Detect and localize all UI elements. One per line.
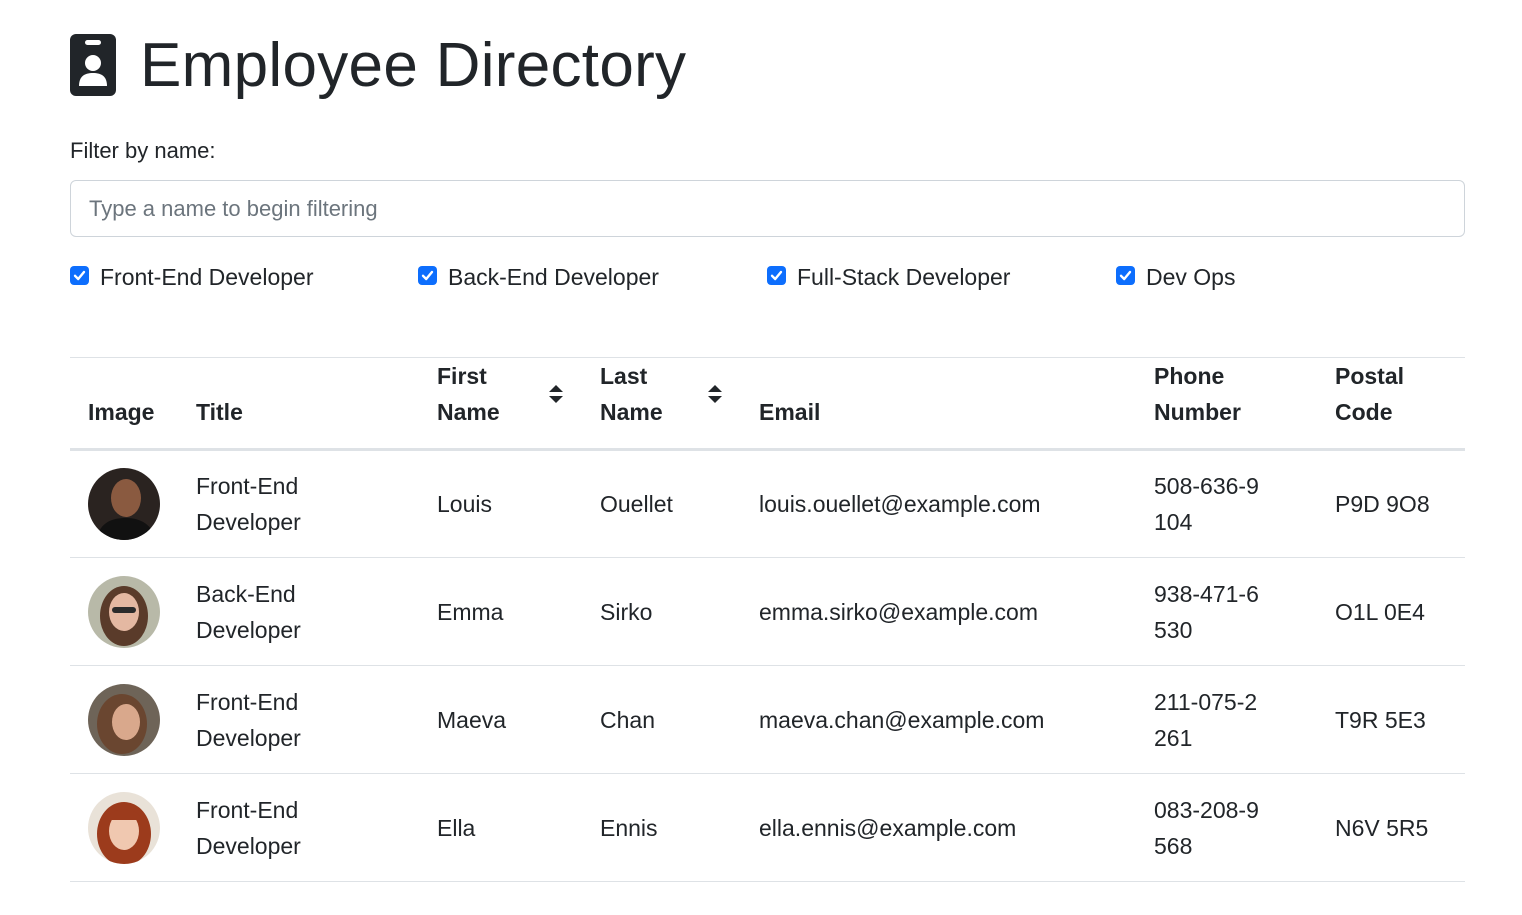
avatar: [88, 683, 160, 756]
phone-cell: 211-075-2261: [1136, 665, 1317, 774]
avatar-cell: [70, 773, 178, 882]
email-cell: emma.sirko@example.com: [741, 557, 1136, 666]
email-cell: louis.ouellet@example.com: [741, 449, 1136, 558]
last-name-cell: Sirko: [582, 557, 741, 666]
role-label: Dev Ops: [1146, 264, 1236, 290]
email-cell: ella.ennis@example.com: [741, 773, 1136, 882]
postal-cell: O1L 0E4: [1317, 557, 1465, 666]
title-cell: Front-End Developer: [178, 449, 419, 558]
header-label: Phone Number: [1154, 363, 1241, 425]
table-body: Front-End Developer Louis Ouellet louis.…: [70, 449, 1465, 882]
avatar-cell: [70, 557, 178, 666]
title-cell: Front-End Developer: [178, 773, 419, 882]
avatar-cell: [70, 449, 178, 558]
avatar: [88, 468, 160, 540]
last-name-cell: Ouellet: [582, 449, 741, 558]
postal-cell: P9D 9O8: [1317, 449, 1465, 558]
header-title: Title: [178, 357, 419, 451]
first-name-cell: Ella: [419, 773, 582, 882]
first-name-cell: Louis: [419, 449, 582, 558]
phone-value: 508-636-9104: [1154, 473, 1259, 535]
id-badge-icon: [70, 34, 116, 96]
header-row: Image Title First Name Last Name Email P…: [70, 357, 1465, 451]
table-row: Back-End Developer Emma Sirko emma.sirko…: [70, 557, 1465, 666]
header-last-name[interactable]: Last Name: [582, 357, 741, 451]
postal-cell: N6V 5R5: [1317, 773, 1465, 882]
table-header: Image Title First Name Last Name Email P…: [70, 357, 1465, 451]
phone-cell: 508-636-9104: [1136, 449, 1317, 558]
table-row: Front-End Developer Ella Ennis ella.enni…: [70, 773, 1465, 882]
header-label: First Name: [437, 363, 500, 425]
role-label: Back-End Developer: [448, 264, 659, 290]
sortable-header[interactable]: Last Name: [600, 358, 723, 430]
first-name-cell: Maeva: [419, 665, 582, 774]
header-phone: Phone Number: [1136, 357, 1317, 451]
checkbox-checked-icon[interactable]: [1116, 266, 1135, 285]
phone-value: 938-471-6530: [1154, 580, 1259, 643]
table-row: Front-End Developer Louis Ouellet louis.…: [70, 449, 1465, 558]
header-image: Image: [70, 357, 178, 451]
employee-table: Image Title First Name Last Name Email P…: [70, 357, 1465, 882]
last-name-cell: Ennis: [582, 773, 741, 882]
avatar-cell: [70, 665, 178, 774]
postal-cell: T9R 5E3: [1317, 665, 1465, 774]
checkbox-checked-icon[interactable]: [418, 266, 437, 285]
phone-cell: 938-471-6530: [1136, 557, 1317, 666]
avatar: [88, 791, 160, 864]
phone-value: 211-075-2261: [1154, 688, 1258, 751]
role-filter-group: Front-End Developer Back-End Developer F…: [70, 264, 1465, 300]
role-label: Full-Stack Developer: [797, 264, 1011, 290]
role-label: Front-End Developer: [100, 264, 314, 290]
checkbox-checked-icon[interactable]: [767, 266, 786, 285]
header-first-name[interactable]: First Name: [419, 357, 582, 451]
email-cell: maeva.chan@example.com: [741, 665, 1136, 774]
header-label: Last Name: [600, 363, 663, 425]
phone-cell: 083-208-9568: [1136, 773, 1317, 882]
name-filter-input[interactable]: [70, 180, 1465, 237]
header-label: Postal Code: [1335, 363, 1405, 425]
filter-label: Filter by name:: [70, 138, 216, 163]
page-header: Employee Directory: [70, 30, 686, 100]
page-title: Employee Directory: [140, 30, 687, 100]
role-checkbox-back-end[interactable]: Back-End Developer: [418, 264, 659, 291]
role-checkbox-dev-ops[interactable]: Dev Ops: [1116, 264, 1235, 291]
phone-value: 083-208-9568: [1154, 796, 1259, 859]
sortable-header[interactable]: First Name: [437, 358, 564, 430]
title-cell: Back-End Developer: [178, 557, 419, 666]
header-postal: Postal Code: [1317, 357, 1465, 451]
title-cell: Front-End Developer: [178, 665, 419, 774]
sort-icon[interactable]: [707, 383, 723, 405]
sort-icon[interactable]: [548, 383, 564, 405]
avatar: [88, 575, 160, 648]
checkbox-checked-icon[interactable]: [70, 266, 89, 285]
role-checkbox-full-stack[interactable]: Full-Stack Developer: [767, 264, 1010, 291]
table-row: Front-End Developer Maeva Chan maeva.cha…: [70, 665, 1465, 774]
role-checkbox-front-end[interactable]: Front-End Developer: [70, 264, 314, 291]
header-email: Email: [741, 357, 1136, 451]
first-name-cell: Emma: [419, 557, 582, 666]
last-name-cell: Chan: [582, 665, 741, 774]
